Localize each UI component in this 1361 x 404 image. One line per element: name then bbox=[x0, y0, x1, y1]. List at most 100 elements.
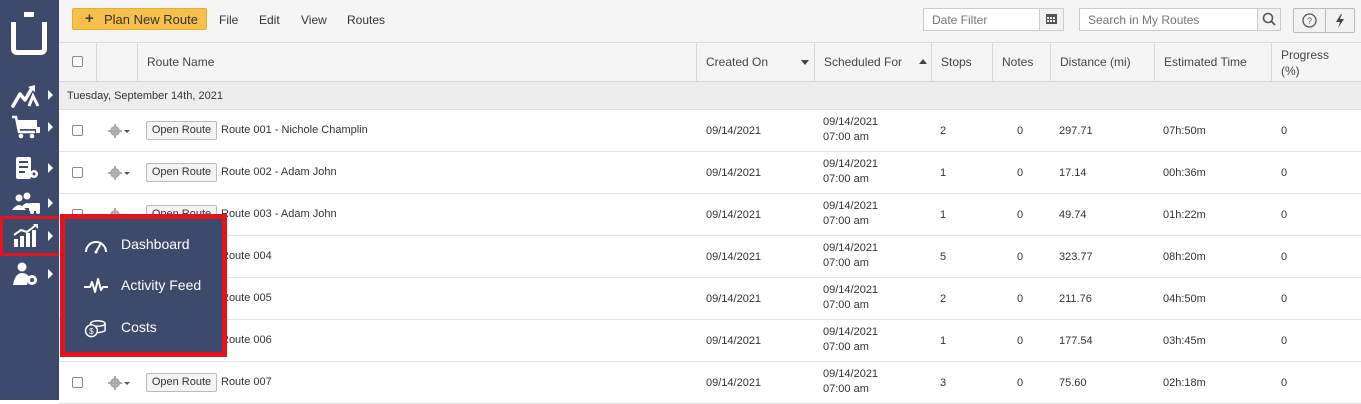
help-button[interactable]: ? bbox=[1293, 8, 1326, 33]
scheduled-for: 09/14/2021 07:00 am bbox=[823, 326, 879, 353]
distance: 49.74 bbox=[1059, 209, 1087, 221]
gear-icon[interactable] bbox=[107, 123, 133, 139]
estimated-time: 04h:50m bbox=[1163, 293, 1206, 305]
estimated-time: 08h:20m bbox=[1163, 251, 1206, 263]
table-row[interactable]: Open Route Route 001 - Nichole Champlin … bbox=[59, 110, 1361, 152]
search-button[interactable] bbox=[1257, 8, 1281, 31]
flyout-item-activity-feed[interactable]: Activity Feed bbox=[79, 270, 219, 300]
scheduled-for: 09/14/2021 07:00 am bbox=[823, 116, 879, 143]
chevron-down-icon bbox=[124, 130, 130, 133]
gear-icon[interactable] bbox=[107, 375, 133, 391]
created-on: 09/14/2021 bbox=[706, 377, 762, 389]
distance: 17.14 bbox=[1059, 167, 1087, 179]
row-checkbox[interactable] bbox=[72, 167, 83, 178]
progress: 0 bbox=[1281, 209, 1288, 221]
table-row[interactable]: Open Route Route 004 09/14/2021 09/14/20… bbox=[59, 236, 1361, 278]
notes: 0 bbox=[1017, 167, 1024, 179]
col-notes[interactable]: Notes bbox=[993, 43, 1051, 82]
logo[interactable] bbox=[11, 12, 47, 56]
progress: 0 bbox=[1281, 125, 1288, 137]
plus-icon: + bbox=[85, 10, 94, 27]
plan-new-route-button[interactable]: + Plan New Route bbox=[72, 8, 207, 30]
table-row[interactable]: Open Route Route 002 - Adam John 09/14/2… bbox=[59, 152, 1361, 194]
open-route-button[interactable]: Open Route bbox=[146, 373, 217, 392]
group-header-row: Tuesday, September 14th, 2021 bbox=[59, 82, 1361, 110]
menu-view[interactable]: View bbox=[301, 13, 327, 27]
table-row[interactable]: Open Route Route 006 09/14/2021 09/14/20… bbox=[59, 320, 1361, 362]
open-route-button[interactable]: Open Route bbox=[146, 121, 217, 140]
col-estimated-time[interactable]: Estimated Time bbox=[1155, 43, 1272, 82]
sort-asc-icon bbox=[919, 59, 927, 64]
scheduled-for: 09/14/2021 07:00 am bbox=[823, 200, 879, 227]
route-name: Route 002 - Adam John bbox=[221, 166, 337, 178]
table-row[interactable]: Open Route Route 003 - Adam John 09/14/2… bbox=[59, 194, 1361, 236]
table-row[interactable]: Open Route Route 007 09/14/2021 09/14/20… bbox=[59, 362, 1361, 404]
route-name: Route 007 bbox=[221, 376, 272, 388]
col-stops[interactable]: Stops bbox=[932, 43, 993, 82]
search-icon bbox=[1262, 12, 1276, 26]
analytics-flyout-menu: Dashboard Activity Feed $ Costs bbox=[60, 214, 227, 357]
search-input[interactable] bbox=[1079, 8, 1258, 31]
notes: 0 bbox=[1017, 209, 1024, 221]
col-scheduled-for[interactable]: Scheduled For bbox=[815, 43, 932, 82]
notes: 0 bbox=[1017, 251, 1024, 263]
toolbar: + Plan New Route File Edit View Routes ? bbox=[59, 0, 1361, 43]
route-name: Route 005 bbox=[221, 292, 272, 304]
notes: 0 bbox=[1017, 335, 1024, 347]
quick-actions-button[interactable] bbox=[1325, 8, 1355, 33]
chevron-down-icon bbox=[124, 172, 130, 175]
sidebar-item-tracking[interactable] bbox=[0, 148, 59, 188]
distance: 323.77 bbox=[1059, 251, 1093, 263]
created-on: 09/14/2021 bbox=[706, 209, 762, 221]
col-created-on[interactable]: Created On bbox=[697, 43, 815, 82]
distance: 211.76 bbox=[1059, 293, 1092, 305]
menu-edit[interactable]: Edit bbox=[259, 13, 280, 27]
speedometer-icon bbox=[85, 241, 107, 254]
sort-desc-icon bbox=[801, 60, 809, 65]
sidebar-item-analytics[interactable] bbox=[0, 216, 62, 256]
row-checkbox[interactable] bbox=[72, 125, 83, 136]
created-on: 09/14/2021 bbox=[706, 167, 762, 179]
date-filter-input[interactable] bbox=[923, 8, 1040, 31]
sidebar-item-user-settings[interactable] bbox=[0, 254, 59, 294]
flyout-item-costs[interactable]: $ Costs bbox=[79, 312, 219, 342]
actions-column bbox=[97, 43, 138, 82]
stops: 5 bbox=[940, 251, 947, 263]
scheduled-for: 09/14/2021 07:00 am bbox=[823, 368, 879, 395]
scheduled-for: 09/14/2021 07:00 am bbox=[823, 242, 879, 269]
select-all-column bbox=[59, 43, 97, 82]
select-all-checkbox[interactable] bbox=[72, 56, 83, 67]
sidebar-item-cart[interactable] bbox=[0, 107, 59, 147]
estimated-time: 07h:50m bbox=[1163, 125, 1206, 137]
analytics-icon bbox=[13, 224, 38, 247]
svg-text:?: ? bbox=[1307, 16, 1312, 26]
estimated-time: 00h:36m bbox=[1163, 167, 1206, 179]
lightning-icon bbox=[1336, 14, 1344, 28]
route-name: Route 006 bbox=[221, 334, 272, 346]
gear-icon[interactable] bbox=[107, 165, 133, 181]
menu-routes[interactable]: Routes bbox=[347, 13, 385, 27]
flyout-item-label: Dashboard bbox=[121, 236, 190, 252]
row-checkbox[interactable] bbox=[72, 377, 83, 388]
table-row[interactable]: Open Route Route 005 09/14/2021 09/14/20… bbox=[59, 278, 1361, 320]
routes-icon bbox=[11, 85, 40, 108]
col-progress[interactable]: Progress (%) bbox=[1272, 43, 1361, 82]
calendar-icon bbox=[1046, 14, 1057, 24]
menu-file[interactable]: File bbox=[219, 13, 238, 27]
col-distance[interactable]: Distance (mi) bbox=[1051, 43, 1155, 82]
stops: 2 bbox=[940, 125, 947, 137]
table-header: Route Name Created On Scheduled For Stop… bbox=[59, 43, 1361, 82]
stops: 1 bbox=[940, 209, 947, 221]
coins-icon: $ bbox=[84, 320, 106, 338]
svg-text:$: $ bbox=[89, 327, 94, 336]
progress: 0 bbox=[1281, 377, 1288, 389]
distance: 75.60 bbox=[1059, 377, 1087, 389]
progress: 0 bbox=[1281, 251, 1288, 263]
estimated-time: 02h:18m bbox=[1163, 377, 1206, 389]
route-name: Route 003 - Adam John bbox=[221, 208, 337, 220]
col-route-name[interactable]: Route Name bbox=[138, 43, 697, 82]
open-route-button[interactable]: Open Route bbox=[146, 163, 217, 182]
calendar-button[interactable] bbox=[1039, 8, 1064, 31]
stops: 2 bbox=[940, 293, 947, 305]
flyout-item-dashboard[interactable]: Dashboard bbox=[79, 229, 219, 259]
